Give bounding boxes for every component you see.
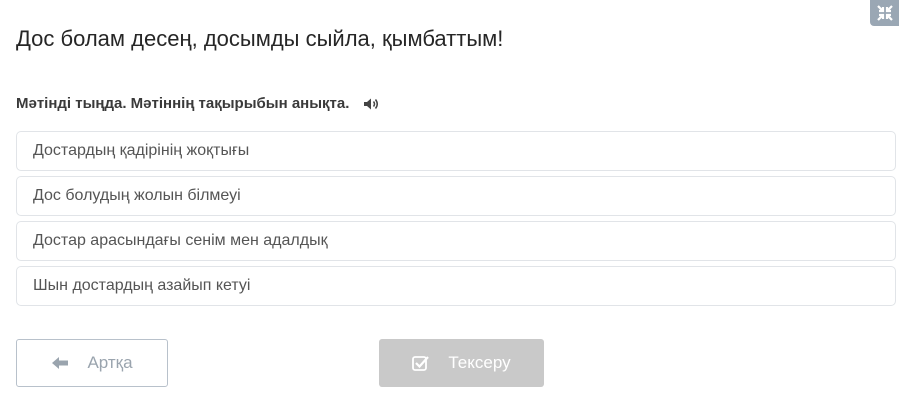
play-audio-button[interactable] bbox=[363, 97, 379, 111]
collapse-arrows-icon bbox=[876, 5, 893, 21]
answer-option-1[interactable]: Достардың қадірінің жоқтығы bbox=[16, 131, 896, 171]
answer-options-list: Достардың қадірінің жоқтығы Дос болудың … bbox=[16, 131, 896, 306]
fullscreen-toggle-button[interactable] bbox=[870, 0, 899, 26]
back-button[interactable]: Артқа bbox=[16, 339, 168, 387]
back-button-label: Артқа bbox=[87, 353, 133, 372]
question-prompt: Мәтінді тыңда. Мәтіннің тақырыбын анықта… bbox=[16, 95, 379, 112]
check-button[interactable]: Тексеру bbox=[379, 339, 544, 387]
answer-option-3[interactable]: Достар арасындағы сенім мен адалдық bbox=[16, 221, 896, 261]
checkbox-check-icon bbox=[412, 356, 430, 371]
arrow-left-icon bbox=[52, 357, 69, 369]
page-title: Дос болам десең, досымды сыйла, қымбатты… bbox=[16, 26, 504, 51]
answer-option-4[interactable]: Шын достардың азайып кетуі bbox=[16, 266, 896, 306]
answer-option-label: Достардың қадірінің жоқтығы bbox=[33, 142, 250, 159]
check-button-label: Тексеру bbox=[448, 353, 511, 372]
answer-option-2[interactable]: Дос болудың жолын білмеуі bbox=[16, 176, 896, 216]
answer-option-label: Шын достардың азайып кетуі bbox=[33, 277, 251, 294]
speaker-icon bbox=[364, 98, 379, 109]
question-text: Мәтінді тыңда. Мәтіннің тақырыбын анықта… bbox=[16, 95, 350, 112]
answer-option-label: Дос болудың жолын білмеуі bbox=[33, 187, 241, 204]
answer-option-label: Достар арасындағы сенім мен адалдық bbox=[33, 232, 328, 249]
